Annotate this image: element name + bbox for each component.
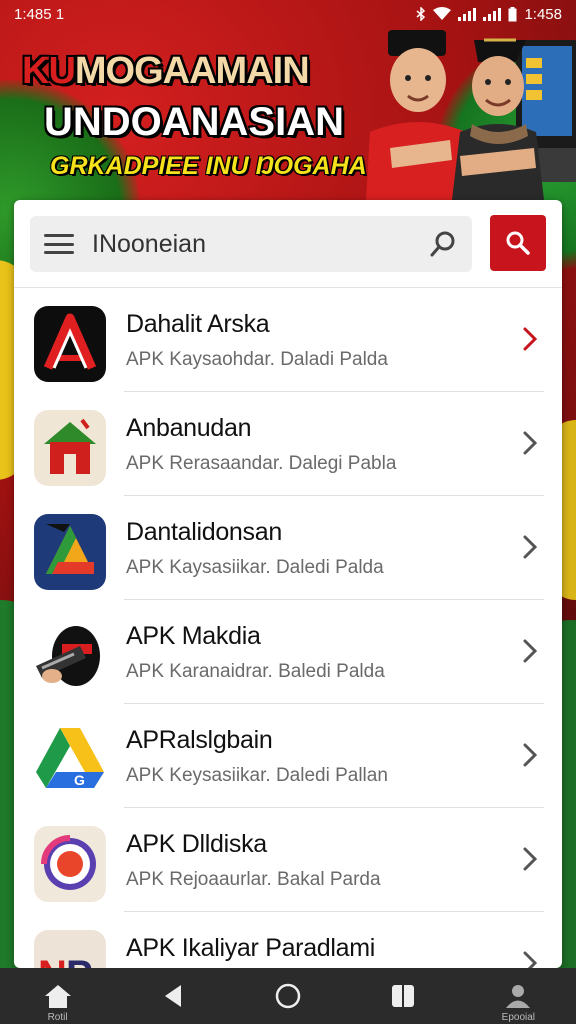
status-time-right: 1:458 — [524, 5, 562, 23]
list-item[interactable]: N P APK Ikaliyar Paradlami — [14, 912, 562, 968]
red-a-logo-icon — [34, 306, 106, 382]
list-item[interactable]: APK Makdia APK Karanaidrar. Baledi Palda — [14, 600, 562, 704]
banner-characters-illustration — [366, 30, 576, 200]
home-icon — [44, 985, 71, 1008]
bottom-nav-bar: Rotil Epooial — [0, 968, 576, 1024]
list-item[interactable]: APK Dlldiska APK Rejoaaurlar. Bakal Pard… — [14, 808, 562, 912]
nav-profile-label: Epooial — [501, 1012, 536, 1023]
search-button-icon — [506, 231, 530, 255]
back-icon — [164, 985, 181, 1007]
circle-target-icon — [34, 826, 106, 902]
list-item[interactable]: Anbanudan APK Rerasaandar. Dalegi Pabla — [14, 392, 562, 496]
svg-text:G: G — [74, 772, 85, 788]
app-list: Dahalit Arska APK Kaysaohdar. Daladi Pal… — [14, 288, 562, 968]
circle-home-icon — [275, 983, 301, 1009]
app-title: APK Makdia — [126, 622, 261, 650]
svg-text:N: N — [38, 953, 67, 968]
nav-library[interactable] — [363, 968, 443, 1024]
nav-back[interactable] — [133, 968, 213, 1024]
app-title: APK Dlldiska — [126, 830, 267, 858]
np-logo-icon: N P — [34, 930, 106, 968]
app-list-card: Dahalit Arska APK Kaysaohdar. Daladi Pal… — [14, 200, 562, 968]
search-icon[interactable] — [430, 230, 458, 258]
banner-title-line1: KUMOGAAMAIN — [22, 50, 310, 92]
list-item[interactable]: Dantalidonsan APK Kaysasiikar. Daledi Pa… — [14, 496, 562, 600]
app-title: Dahalit Arska — [126, 310, 270, 338]
chevron-right-icon[interactable] — [520, 638, 540, 664]
status-time: 1:485 1 — [14, 5, 65, 23]
banner-tagline: GRKADPIEE INU ŊOGAHA — [50, 152, 367, 180]
profile-icon — [506, 985, 531, 1008]
red-house-icon — [34, 410, 106, 486]
wifi-icon — [433, 7, 452, 20]
app-subtitle: APK Kaysasiikar. Daledi Palda — [126, 557, 384, 578]
nav-home-label: Rotil — [47, 1012, 68, 1023]
triangle-drive-icon — [34, 514, 106, 590]
app-title: Dantalidonsan — [126, 518, 282, 546]
signal-icon-2 — [483, 7, 502, 21]
search-box — [30, 216, 472, 272]
app-title: APK Ikaliyar Paradlami — [126, 934, 376, 962]
list-item[interactable]: G APRalslgbain APK Keysasiikar. Daledi P… — [14, 704, 562, 808]
chevron-right-icon[interactable] — [520, 430, 540, 456]
list-item[interactable]: Dahalit Arska APK Kaysaohdar. Daladi Pal… — [14, 288, 562, 392]
app-title: APRalslgbain — [126, 726, 273, 754]
bluetooth-icon — [416, 7, 426, 21]
ninja-character-icon — [34, 618, 106, 694]
app-subtitle: APK Kaysaohdar. Daladi Palda — [126, 349, 388, 370]
status-bar: 1:485 1 1:458 — [0, 0, 576, 28]
search-bar — [14, 200, 562, 288]
banner-title-line2: UNDOANASIAN — [44, 100, 344, 144]
app-title: Anbanudan — [126, 414, 252, 442]
google-drive-icon: G — [34, 722, 106, 798]
signal-icon — [458, 7, 477, 21]
svg-text:P: P — [66, 953, 93, 968]
chevron-right-icon[interactable] — [520, 742, 540, 768]
app-subtitle: APK Karanaidrar. Baledi Palda — [126, 661, 385, 682]
nav-home[interactable]: Rotil — [18, 968, 98, 1024]
chevron-right-icon[interactable] — [520, 846, 540, 872]
hamburger-menu-icon[interactable] — [44, 234, 74, 254]
app-subtitle: APK Keysasiikar. Daledi Pallan — [126, 765, 388, 786]
chevron-right-icon[interactable] — [520, 534, 540, 560]
search-button[interactable] — [490, 215, 546, 271]
chevron-right-icon[interactable] — [520, 950, 540, 968]
app-subtitle: APK Rejoaaurlar. Bakal Parda — [126, 869, 381, 890]
nav-profile[interactable]: Epooial — [478, 968, 558, 1024]
app-subtitle: APK Rerasaandar. Dalegi Pabla — [126, 453, 397, 474]
search-input[interactable] — [92, 229, 402, 259]
chevron-right-icon[interactable] — [520, 326, 540, 352]
promo-banner[interactable]: KUMOGAAMAIN UNDOANASIAN GRKADPIEE INU ŊO… — [0, 28, 576, 200]
battery-icon — [508, 6, 517, 21]
book-icon — [392, 985, 415, 1007]
nav-home-circle[interactable] — [248, 968, 328, 1024]
